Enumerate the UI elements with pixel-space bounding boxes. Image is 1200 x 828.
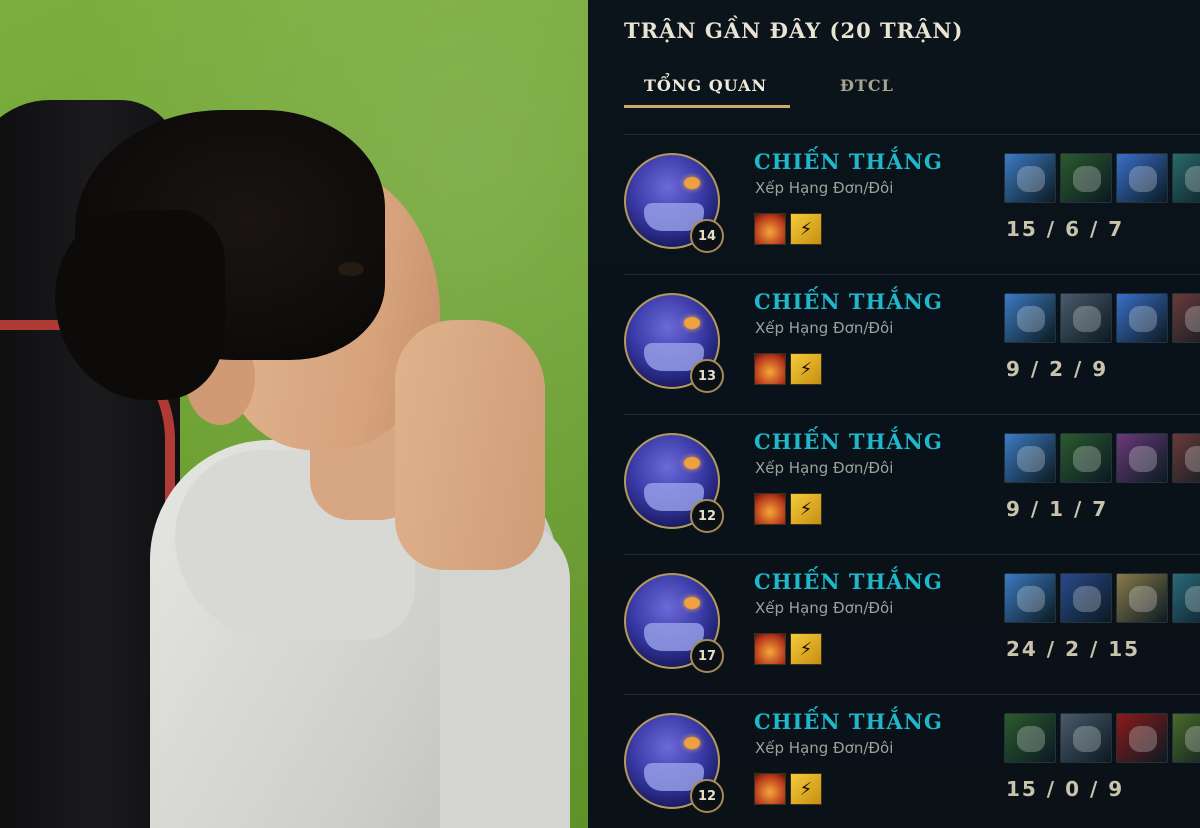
item-build <box>1004 153 1200 203</box>
item-build <box>1004 713 1200 763</box>
item-icon[interactable] <box>1172 713 1200 763</box>
item-build <box>1004 293 1200 343</box>
item-icon[interactable] <box>1004 153 1056 203</box>
tab-overview[interactable]: TỔNG QUAN <box>624 72 790 108</box>
ghost-icon: ⚡ <box>790 633 822 665</box>
kda-score: 24 / 2 / 15 <box>1006 637 1141 661</box>
ignite-icon <box>754 353 786 385</box>
item-build <box>1004 573 1200 623</box>
item-icon[interactable] <box>1004 713 1056 763</box>
item-icon[interactable] <box>1116 573 1168 623</box>
match-history-panel: TRẬN GẦN ĐÂY (20 TRẬN) TỔNG QUAN ĐTCL 14… <box>588 0 1200 828</box>
item-icon[interactable] <box>1116 153 1168 203</box>
item-icon[interactable] <box>1172 433 1200 483</box>
summoner-spells: ⚡ <box>754 353 822 385</box>
champion-level-badge: 14 <box>690 219 724 253</box>
match-row[interactable]: 17 CHIẾN THẮNG Xếp Hạng Đơn/Đôi ⚡ 24 / 2… <box>624 554 1200 694</box>
queue-type: Xếp Hạng Đơn/Đôi <box>755 319 894 337</box>
match-row[interactable]: 12 CHIẾN THẮNG Xếp Hạng Đơn/Đôi ⚡ 9 / 1 … <box>624 414 1200 554</box>
item-icon[interactable] <box>1116 433 1168 483</box>
match-row[interactable]: 14 CHIẾN THẮNG Xếp Hạng Đơn/Đôi ⚡ 15 / 6… <box>624 134 1200 274</box>
queue-type: Xếp Hạng Đơn/Đôi <box>755 599 894 617</box>
match-result: CHIẾN THẮNG <box>754 569 943 594</box>
match-result: CHIẾN THẮNG <box>754 429 943 454</box>
player-photo <box>0 0 588 828</box>
summoner-spells: ⚡ <box>754 773 822 805</box>
summoner-spells: ⚡ <box>754 633 822 665</box>
queue-type: Xếp Hạng Đơn/Đôi <box>755 179 894 197</box>
match-result: CHIẾN THẮNG <box>754 709 943 734</box>
ghost-icon: ⚡ <box>790 213 822 245</box>
item-icon[interactable] <box>1060 293 1112 343</box>
tab-bar: TỔNG QUAN ĐTCL <box>624 72 1184 112</box>
summoner-spells: ⚡ <box>754 213 822 245</box>
item-icon[interactable] <box>1060 433 1112 483</box>
champion-level-badge: 12 <box>690 499 724 533</box>
kda-score: 15 / 0 / 9 <box>1006 777 1125 801</box>
item-build <box>1004 433 1200 483</box>
champion-level-badge: 12 <box>690 779 724 813</box>
kda-score: 15 / 6 / 7 <box>1006 217 1125 241</box>
item-icon[interactable] <box>1004 433 1056 483</box>
item-icon[interactable] <box>1004 293 1056 343</box>
ignite-icon <box>754 493 786 525</box>
tab-tft[interactable]: ĐTCL <box>820 72 914 105</box>
panel-title: TRẬN GẦN ĐÂY (20 TRẬN) <box>624 18 964 43</box>
match-row[interactable]: 13 CHIẾN THẮNG Xếp Hạng Đơn/Đôi ⚡ 9 / 2 … <box>624 274 1200 414</box>
ignite-icon <box>754 213 786 245</box>
ghost-icon: ⚡ <box>790 493 822 525</box>
item-icon[interactable] <box>1172 573 1200 623</box>
ghost-icon: ⚡ <box>790 353 822 385</box>
item-icon[interactable] <box>1172 293 1200 343</box>
summoner-spells: ⚡ <box>754 493 822 525</box>
item-icon[interactable] <box>1060 573 1112 623</box>
kda-score: 9 / 1 / 7 <box>1006 497 1109 521</box>
hand <box>395 320 545 570</box>
champion-level-badge: 17 <box>690 639 724 673</box>
ghost-icon: ⚡ <box>790 773 822 805</box>
item-icon[interactable] <box>1116 293 1168 343</box>
item-icon[interactable] <box>1116 713 1168 763</box>
ignite-icon <box>754 633 786 665</box>
item-icon[interactable] <box>1060 713 1112 763</box>
champion-level-badge: 13 <box>690 359 724 393</box>
item-icon[interactable] <box>1004 573 1056 623</box>
queue-type: Xếp Hạng Đơn/Đôi <box>755 459 894 477</box>
kda-score: 9 / 2 / 9 <box>1006 357 1109 381</box>
item-icon[interactable] <box>1060 153 1112 203</box>
queue-type: Xếp Hạng Đơn/Đôi <box>755 739 894 757</box>
match-result: CHIẾN THẮNG <box>754 289 943 314</box>
item-icon[interactable] <box>1172 153 1200 203</box>
match-result: CHIẾN THẮNG <box>754 149 943 174</box>
ignite-icon <box>754 773 786 805</box>
match-row[interactable]: 12 CHIẾN THẮNG Xếp Hạng Đơn/Đôi ⚡ 15 / 0… <box>624 694 1200 828</box>
